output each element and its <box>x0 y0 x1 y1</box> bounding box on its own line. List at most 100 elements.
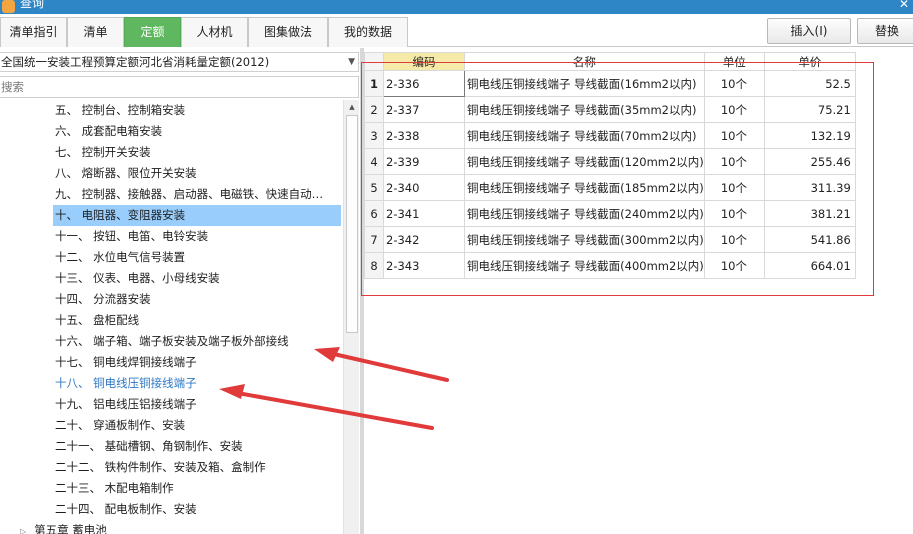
tree-item[interactable]: 二十一、 基础槽钢、角钢制作、安装 <box>55 436 243 457</box>
tree-item[interactable]: 十二、 水位电气信号装置 <box>55 247 185 268</box>
tree-item[interactable]: 十五、 盘柜配线 <box>55 310 139 331</box>
table-row[interactable]: 6 2-341 铜电线压铜接线端子 导线截面(240mm2以内) 10个 381.21 <box>364 200 856 227</box>
price-cell[interactable]: 311.39 <box>763 174 856 201</box>
code-cell[interactable]: 2-342 <box>383 226 465 253</box>
column-header-unit[interactable]: 单位 <box>703 52 765 71</box>
tree-item[interactable]: 十九、 铝电线压铝接线端子 <box>55 394 197 415</box>
unit-cell[interactable]: 10个 <box>703 96 765 123</box>
tab-labor-material-machine[interactable]: 人材机 <box>181 17 248 47</box>
expand-triangle-icon[interactable]: ▷ <box>20 521 26 534</box>
unit-cell[interactable]: 10个 <box>703 70 765 97</box>
unit-cell[interactable]: 10个 <box>703 200 765 227</box>
code-cell[interactable]: 2-340 <box>383 174 465 201</box>
name-cell[interactable]: 铜电线压铜接线端子 导线截面(400mm2以内) <box>464 252 705 279</box>
quota-library-value: 全国统一安装工程预算定额河北省消耗量定额(2012) <box>1 55 270 69</box>
price-cell[interactable]: 75.21 <box>763 96 856 123</box>
price-cell[interactable]: 541.86 <box>763 226 856 253</box>
query-window: 查询 ✕ 清单指引 清单 定额 人材机 图集做法 我的数据 插入(I) 替换 全… <box>0 0 913 534</box>
price-cell[interactable]: 381.21 <box>763 200 856 227</box>
name-cell[interactable]: 铜电线压铜接线端子 导线截面(240mm2以内) <box>464 200 705 227</box>
name-cell[interactable]: 铜电线压铜接线端子 导线截面(120mm2以内) <box>464 148 705 175</box>
insert-button[interactable]: 插入(I) <box>767 18 851 44</box>
row-number-header <box>364 52 384 71</box>
quota-grid-panel: 编码 名称 单位 单价 1 2-336 铜电线压铜接线端子 导线截面(16mm2以内… <box>361 48 913 534</box>
row-number-cell[interactable]: 3 <box>364 122 384 149</box>
table-row[interactable]: 3 2-338 铜电线压铜接线端子 导线截面(70mm2以内) 10个 132.19 <box>364 122 856 149</box>
tree-scrollbar[interactable]: ▲ <box>343 100 359 534</box>
tab-list[interactable]: 清单 <box>67 17 124 47</box>
unit-cell[interactable]: 10个 <box>703 122 765 149</box>
quota-table: 编码 名称 单位 单价 1 2-336 铜电线压铜接线端子 导线截面(16mm2以内… <box>364 52 856 279</box>
table-row[interactable]: 8 2-343 铜电线压铜接线端子 导线截面(400mm2以内) 10个 664.01 <box>364 252 856 279</box>
name-cell[interactable]: 铜电线压铜接线端子 导线截面(185mm2以内) <box>464 174 705 201</box>
tree-item[interactable]: 八、 熔断器、限位开关安装 <box>55 163 197 184</box>
tree-item-current[interactable]: 十八、 铜电线压铜接线端子 <box>55 373 197 394</box>
row-number-cell[interactable]: 1 <box>364 70 384 97</box>
table-row[interactable]: 5 2-340 铜电线压铜接线端子 导线截面(185mm2以内) 10个 311.39 <box>364 174 856 201</box>
unit-cell[interactable]: 10个 <box>703 252 765 279</box>
scroll-up-icon[interactable]: ▲ <box>344 100 360 115</box>
unit-cell[interactable]: 10个 <box>703 226 765 253</box>
title-bar: 查询 ✕ <box>0 0 913 14</box>
column-header-code[interactable]: 编码 <box>383 52 465 71</box>
tree-item[interactable]: 十七、 铜电线焊铜接线端子 <box>55 352 197 373</box>
table-row[interactable]: 4 2-339 铜电线压铜接线端子 导线截面(120mm2以内) 10个 255.46 <box>364 148 856 175</box>
unit-cell[interactable]: 10个 <box>703 174 765 201</box>
name-cell[interactable]: 铜电线压铜接线端子 导线截面(300mm2以内) <box>464 226 705 253</box>
tree-parent-label: 第五章 蓄电池 <box>34 523 107 534</box>
price-cell[interactable]: 255.46 <box>763 148 856 175</box>
tab-quota[interactable]: 定额 <box>124 17 181 47</box>
code-cell[interactable]: 2-337 <box>383 96 465 123</box>
tree-item[interactable]: 五、 控制台、控制箱安装 <box>55 100 185 121</box>
tab-bar: 清单指引 清单 定额 人材机 图集做法 我的数据 插入(I) 替换 <box>0 14 913 47</box>
tree-item[interactable]: 十三、 仪表、电器、小母线安装 <box>55 268 220 289</box>
row-number-cell[interactable]: 8 <box>364 252 384 279</box>
price-cell[interactable]: 52.5 <box>763 70 856 97</box>
quota-library-select[interactable]: 全国统一安装工程预算定额河北省消耗量定额(2012) ▼ <box>0 52 359 72</box>
table-row[interactable]: 2 2-337 铜电线压铜接线端子 导线截面(35mm2以内) 10个 75.21 <box>364 96 856 123</box>
tree-item[interactable]: 十四、 分流器安装 <box>55 289 151 310</box>
tree-item[interactable]: 九、 控制器、接触器、启动器、电磁铁、快速自动… <box>55 184 323 205</box>
tree-item[interactable]: 二十三、 木配电箱制作 <box>55 478 174 499</box>
tab-my-data[interactable]: 我的数据 <box>328 17 408 47</box>
code-cell[interactable]: 2-336 <box>383 70 465 97</box>
column-header-name[interactable]: 名称 <box>464 52 705 71</box>
column-header-price[interactable]: 单价 <box>763 52 856 71</box>
price-cell[interactable]: 664.01 <box>763 252 856 279</box>
tree-item[interactable]: 二十二、 铁构件制作、安装及箱、盒制作 <box>55 457 266 478</box>
code-cell[interactable]: 2-339 <box>383 148 465 175</box>
table-row[interactable]: 7 2-342 铜电线压铜接线端子 导线截面(300mm2以内) 10个 541.86 <box>364 226 856 253</box>
code-cell[interactable]: 2-338 <box>383 122 465 149</box>
price-cell[interactable]: 132.19 <box>763 122 856 149</box>
code-cell[interactable]: 2-343 <box>383 252 465 279</box>
scrollbar-thumb[interactable] <box>346 115 358 333</box>
tree-item[interactable]: 六、 成套配电箱安装 <box>55 121 162 142</box>
search-input[interactable] <box>0 77 340 97</box>
name-cell[interactable]: 铜电线压铜接线端子 导线截面(70mm2以内) <box>464 122 705 149</box>
chapter-tree: 五、 控制台、控制箱安装 六、 成套配电箱安装 七、 控制开关安装 八、 熔断器… <box>0 100 343 534</box>
tab-list-guide[interactable]: 清单指引 <box>0 17 67 47</box>
row-number-cell[interactable]: 2 <box>364 96 384 123</box>
code-cell[interactable]: 2-341 <box>383 200 465 227</box>
tree-item[interactable]: 十一、 按钮、电笛、电铃安装 <box>55 226 208 247</box>
close-icon[interactable]: ✕ <box>899 0 909 11</box>
tree-item[interactable]: 二十、 穿通板制作、安装 <box>55 415 185 436</box>
tab-atlas-method[interactable]: 图集做法 <box>248 17 328 47</box>
row-number-cell[interactable]: 5 <box>364 174 384 201</box>
row-number-cell[interactable]: 7 <box>364 226 384 253</box>
tree-item[interactable]: 七、 控制开关安装 <box>55 142 151 163</box>
name-cell[interactable]: 铜电线压铜接线端子 导线截面(35mm2以内) <box>464 96 705 123</box>
tree-item[interactable]: 二十四、 配电板制作、安装 <box>55 499 197 520</box>
table-row[interactable]: 1 2-336 铜电线压铜接线端子 导线截面(16mm2以内) 10个 52.5 <box>364 70 856 97</box>
tree-item-selected[interactable]: 十、 电阻器、变阻器安装 <box>53 205 341 226</box>
tree-item[interactable]: 十六、 端子箱、端子板安装及端子板外部接线 <box>55 331 289 352</box>
replace-button[interactable]: 替换 <box>857 18 913 44</box>
tree-parent-node[interactable]: ▷ 第五章 蓄电池 <box>20 520 107 534</box>
unit-cell[interactable]: 10个 <box>703 148 765 175</box>
name-cell[interactable]: 铜电线压铜接线端子 导线截面(16mm2以内) <box>464 70 705 97</box>
chevron-down-icon[interactable]: ▼ <box>348 53 355 71</box>
row-number-cell[interactable]: 4 <box>364 148 384 175</box>
row-number-cell[interactable]: 6 <box>364 200 384 227</box>
app-logo-icon <box>2 0 15 13</box>
search-box[interactable] <box>0 76 359 98</box>
